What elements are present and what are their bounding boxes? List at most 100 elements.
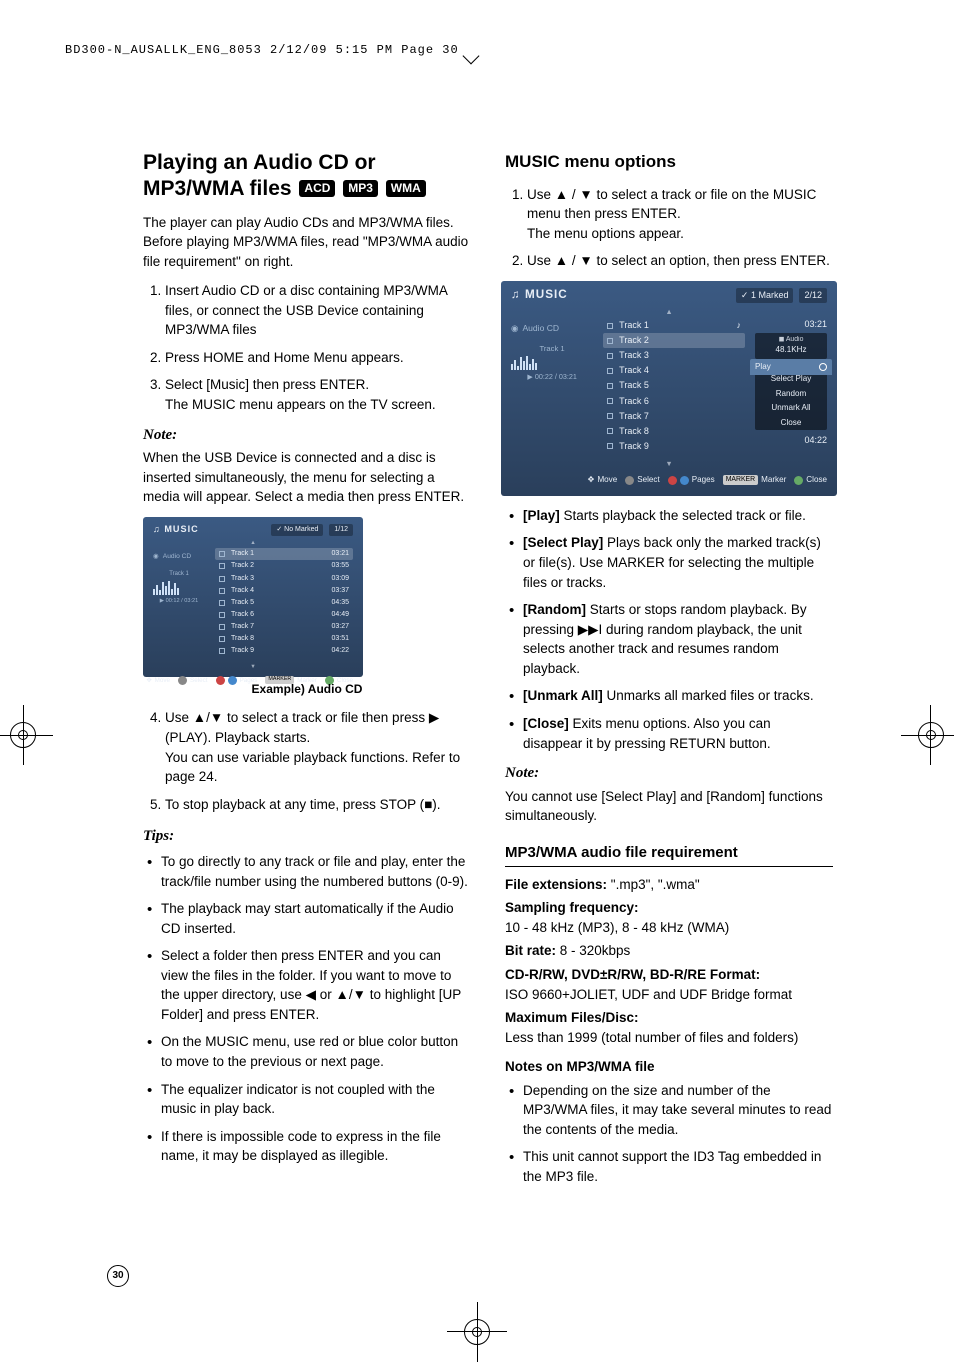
- track-row: Track 1♪: [603, 318, 745, 333]
- page-header-line: BD300-N_AUSALLK_ENG_8053 2/12/09 5:15 PM…: [65, 42, 459, 59]
- header-fold-mark: [463, 48, 480, 65]
- steps-list-1: Insert Audio CD or a disc containing MP3…: [143, 281, 471, 414]
- audio-label: ◼ Audio: [760, 336, 822, 345]
- main-heading: Playing an Audio CD or MP3/WMA files ACD…: [143, 150, 471, 203]
- tip-item: To go directly to any track or file and …: [161, 852, 471, 891]
- audio-info-box: ◼ Audio 48.1KHz: [755, 333, 827, 358]
- page-indicator: 2/12: [799, 288, 827, 303]
- track-row: Track 2: [603, 333, 745, 348]
- badge-wma: WMA: [386, 180, 426, 197]
- options-steps: Use ▲ / ▼ to select a track or file on t…: [505, 185, 833, 271]
- track-row: Track 4: [603, 363, 745, 378]
- tip-item: The equalizer indicator is not coupled w…: [161, 1080, 471, 1119]
- track-row: Track 703:27: [215, 621, 353, 633]
- options-menu-box: Play Select Play Random Unmark All Close: [755, 359, 827, 431]
- progress-label: ▶ 00:12 / 03:21: [153, 597, 205, 605]
- music-ui-title: ♫ MUSIC: [153, 523, 199, 536]
- music-menu-small: ♫ MUSIC ✓ No Marked 1/12 ▲ ◉ Audio CD Tr…: [143, 517, 363, 677]
- step-3: Select [Music] then press ENTER. The MUS…: [165, 375, 471, 414]
- current-time: 03:21: [755, 318, 827, 331]
- step-4: Use ▲/▼ to select a track or file then p…: [165, 708, 471, 786]
- music-ui-footer: ✥Move Select Pages MARKERMarker Close: [501, 470, 837, 492]
- note-item: This unit cannot support the ID3 Tag emb…: [523, 1147, 833, 1186]
- scroll-down-icon: ▼: [501, 458, 837, 470]
- track-list-small: Track 103:21 Track 203:55 Track 303:09 T…: [215, 548, 353, 657]
- track-row: Track 3: [603, 348, 745, 363]
- page-indicator: 1/12: [329, 524, 353, 536]
- option-desc: [Random] Starts or stops random playback…: [523, 600, 833, 678]
- select-indicator-icon: [819, 363, 827, 371]
- crop-cross-right-h: [901, 735, 954, 736]
- track-row: Track 5: [603, 378, 745, 393]
- tips-heading: Tips:: [143, 826, 471, 848]
- badge-mp3: MP3: [343, 180, 378, 197]
- page-content: Playing an Audio CD or MP3/WMA files ACD…: [143, 150, 833, 1197]
- option-unmark-all: Unmark All: [755, 401, 827, 416]
- step-2: Press HOME and Home Menu appears.: [165, 348, 471, 368]
- note-para-1: When the USB Device is connected and a d…: [143, 448, 471, 507]
- figure-menu-options: ♫ MUSIC ✓ 1 Marked 2/12 ▲ ◉ Audio CD Tra…: [501, 281, 833, 496]
- track-row: Track 8: [603, 424, 745, 439]
- crop-cross-right-v: [930, 705, 931, 765]
- crop-cross-left-v: [23, 705, 24, 765]
- notes-mp3wma-heading: Notes on MP3/WMA file: [505, 1059, 655, 1074]
- track-list-large: Track 1♪ Track 2 Track 3 Track 4 Track 5…: [603, 318, 745, 453]
- intro-para: The player can play Audio CDs and MP3/WM…: [143, 213, 471, 272]
- option-desc: [Play] Starts playback the selected trac…: [523, 506, 833, 526]
- track-row: Track 203:55: [215, 560, 353, 572]
- track-row: Track 803:51: [215, 633, 353, 645]
- notes-mp3wma-list: Depending on the size and number of the …: [505, 1081, 833, 1187]
- step-5: To stop playback at any time, press STOP…: [165, 795, 471, 815]
- nowplaying-label: Track 1: [153, 570, 205, 579]
- badge-acd: ACD: [299, 180, 335, 197]
- note-item: Depending on the size and number of the …: [523, 1081, 833, 1140]
- note-para-2: You cannot use [Select Play] and [Random…: [505, 787, 833, 826]
- right-column: MUSIC menu options Use ▲ / ▼ to select a…: [505, 150, 833, 1197]
- equalizer-icon: [153, 581, 205, 595]
- opt-step-2: Use ▲ / ▼ to select an option, then pres…: [527, 251, 833, 271]
- scroll-up-icon: ▲: [143, 538, 363, 548]
- note-heading-1: Note:: [143, 425, 471, 447]
- tip-item: Select a folder then press ENTER and you…: [161, 946, 471, 1024]
- option-close: Close: [755, 416, 827, 431]
- step-1: Insert Audio CD or a disc containing MP3…: [165, 281, 471, 340]
- opt-step-1: Use ▲ / ▼ to select a track or file on t…: [527, 185, 833, 244]
- requirement-heading: MP3/WMA audio file requirement: [505, 842, 833, 867]
- crop-cross-left-h: [0, 735, 53, 736]
- music-menu-options-heading: MUSIC menu options: [505, 150, 833, 175]
- music-ui-title: ♫ MUSIC: [511, 287, 568, 304]
- track-row: Track 6: [603, 394, 745, 409]
- marked-indicator: ✓ 1 Marked: [736, 288, 794, 303]
- track-row: Track 403:37: [215, 585, 353, 597]
- marked-indicator: ✓ No Marked: [271, 524, 323, 536]
- track-now-icon: ♪: [737, 319, 742, 332]
- track-row: Track 103:21: [215, 548, 353, 560]
- left-column: Playing an Audio CD or MP3/WMA files ACD…: [143, 150, 471, 1197]
- options-panel: 03:21 ◼ Audio 48.1KHz Play Select Play R…: [755, 318, 827, 453]
- option-random: Random: [755, 387, 827, 402]
- figure-audio-cd: ♫ MUSIC ✓ No Marked 1/12 ▲ ◉ Audio CD Tr…: [143, 517, 471, 698]
- tip-item: The playback may start automatically if …: [161, 899, 471, 938]
- option-desc: [Close] Exits menu options. Also you can…: [523, 714, 833, 753]
- req-sampling: Sampling frequency: 10 - 48 kHz (MP3), 8…: [505, 898, 833, 937]
- req-file-ext: File extensions: ".mp3", ".wma": [505, 875, 833, 895]
- tip-item: If there is impossible code to express i…: [161, 1127, 471, 1166]
- option-desc: [Select Play] Plays back only the marked…: [523, 533, 833, 592]
- req-disc-format: CD-R/RW, DVD±R/RW, BD-R/RE Format: ISO 9…: [505, 965, 833, 1004]
- track-row: Track 504:35: [215, 597, 353, 609]
- track-row: Track 9: [603, 439, 745, 454]
- main-heading-text: Playing an Audio CD or MP3/WMA files: [143, 151, 376, 200]
- audio-freq: 48.1KHz: [760, 345, 822, 356]
- music-menu-large: ♫ MUSIC ✓ 1 Marked 2/12 ▲ ◉ Audio CD Tra…: [501, 281, 837, 496]
- nowplaying-label: Track 1: [511, 343, 593, 354]
- tips-list: To go directly to any track or file and …: [143, 852, 471, 1166]
- tip-item: On the MUSIC menu, use red or blue color…: [161, 1032, 471, 1071]
- steps-list-2: Use ▲/▼ to select a track or file then p…: [143, 708, 471, 814]
- scroll-up-icon: ▲: [501, 306, 837, 318]
- page-number: 30: [107, 1265, 129, 1287]
- option-desc: [Unmark All] Unmarks all marked files or…: [523, 686, 833, 706]
- track-row: Track 303:09: [215, 573, 353, 585]
- track-row: Track 7: [603, 409, 745, 424]
- extra-time: 04:22: [755, 434, 827, 447]
- crop-cross-bottom-v: [477, 1302, 478, 1362]
